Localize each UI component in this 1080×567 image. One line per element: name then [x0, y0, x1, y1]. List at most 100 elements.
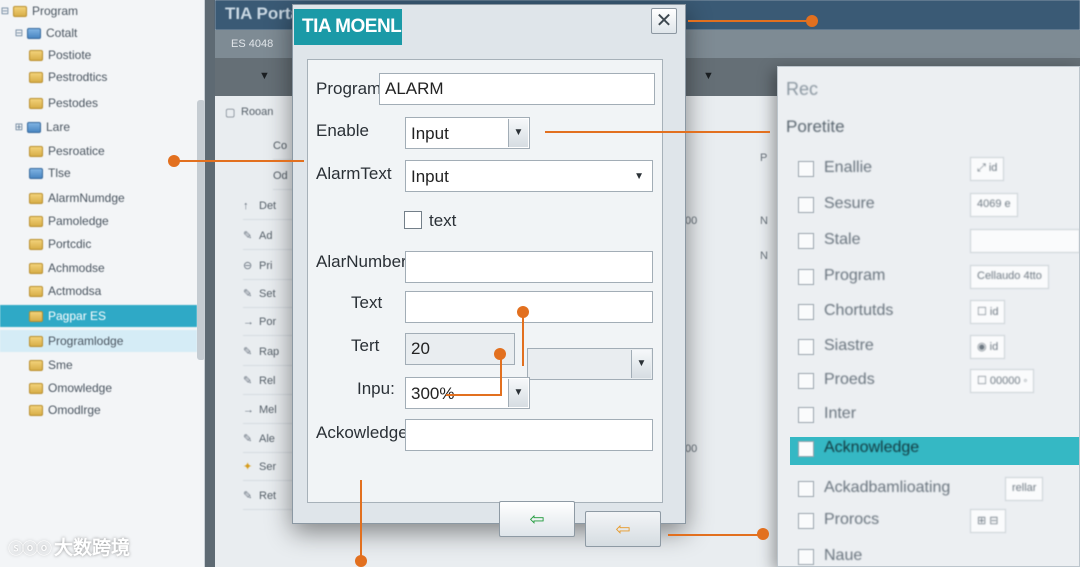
property-checkbox[interactable]: [798, 441, 814, 457]
property-checkbox[interactable]: [798, 233, 814, 249]
expand-icon[interactable]: ⊞: [14, 122, 24, 133]
alarmtext-select[interactable]: Input ▼: [405, 160, 653, 192]
row-icon: ✎: [243, 288, 253, 300]
tree-item-label: Omowledge: [48, 381, 113, 395]
property-row[interactable]: Inter: [790, 403, 1079, 431]
property-value[interactable]: rellar: [1005, 477, 1044, 501]
property-value[interactable]: 4069 e: [970, 193, 1018, 217]
row-icon: ⊖: [243, 260, 253, 272]
tree-item[interactable]: Postiote: [0, 44, 91, 66]
property-value[interactable]: ⊞ ⊟: [970, 509, 1006, 533]
tree-item[interactable]: AlarmNumdge: [0, 187, 125, 209]
property-checkbox[interactable]: [798, 197, 814, 213]
property-checkbox[interactable]: [798, 373, 814, 389]
inpu-select[interactable]: 300% ▼: [405, 377, 530, 409]
back-button[interactable]: ⇦: [499, 501, 575, 537]
dropdown-arrow-icon[interactable]: ▼: [259, 70, 270, 82]
property-row-selected[interactable]: Acknowledge: [790, 437, 1079, 465]
tree-item[interactable]: Pestodes: [0, 92, 98, 114]
properties-panel: Rec Poretite Enallie ⤢ id Sesure 4069 e St…: [777, 66, 1080, 567]
project-tree: ⊟ Program ⊟ Cotalt Postiote Pestrodtics …: [0, 0, 205, 567]
property-value[interactable]: ☐ 00000 ◦: [970, 369, 1035, 393]
property-value[interactable]: Cellaudo 4tto: [970, 265, 1049, 289]
tree-item[interactable]: Pesroatice: [0, 140, 105, 162]
property-checkbox[interactable]: [798, 269, 814, 285]
inpu-label: Inpu:: [357, 379, 395, 398]
property-row[interactable]: Naue: [790, 545, 1079, 566]
tree-item[interactable]: Programlodge: [0, 330, 197, 352]
tree-item-label: Pestrodtics: [48, 70, 108, 84]
tree-item[interactable]: Portcdic: [0, 233, 91, 255]
tree-item[interactable]: ⊟ Program: [0, 0, 78, 22]
property-checkbox[interactable]: [798, 407, 814, 423]
folder-icon: [29, 359, 43, 371]
tree-item-label: Lare: [46, 120, 71, 134]
alarnumber-input[interactable]: [405, 251, 653, 283]
tree-item[interactable]: Achmodse: [0, 257, 105, 279]
chevron-down-icon[interactable]: ▼: [508, 119, 528, 147]
ackowledge-input[interactable]: [405, 419, 653, 451]
tree-item[interactable]: Pestrodtics: [0, 66, 107, 88]
property-value[interactable]: ⤢ id: [970, 157, 1005, 181]
property-row[interactable]: Sesure 4069 e: [790, 193, 1079, 221]
text-checkbox[interactable]: [404, 211, 422, 229]
property-label: Ackadbamlioating: [824, 479, 951, 496]
chevron-down-icon[interactable]: ▼: [631, 350, 651, 378]
back-arrow-icon: ⇦: [529, 509, 545, 529]
tree-item[interactable]: ⊟ Cotalt: [0, 22, 78, 44]
tree-item[interactable]: Actmodsa: [0, 280, 101, 302]
property-row[interactable]: Stale: [790, 229, 1079, 257]
chevron-down-icon[interactable]: ▼: [634, 171, 644, 182]
property-checkbox[interactable]: [798, 161, 814, 177]
row-label: Ad: [259, 229, 273, 242]
next-button[interactable]: ⇦: [585, 511, 661, 547]
arrow-icon: ⇦: [615, 519, 631, 539]
row-icon: ✎: [243, 433, 253, 445]
property-checkbox[interactable]: [798, 549, 814, 565]
property-row[interactable]: Proeds ☐ 00000 ◦: [790, 369, 1079, 397]
property-row[interactable]: Prorocs ⊞ ⊟: [790, 509, 1079, 537]
tree-item[interactable]: Pamoledge: [0, 210, 109, 232]
property-label: Program: [824, 267, 886, 284]
property-row[interactable]: Ackadbamlioating rellar: [790, 477, 1079, 505]
property-value[interactable]: ☐ id: [970, 300, 1006, 324]
callout-line: [668, 534, 764, 536]
grid-value: 00: [685, 215, 698, 227]
row-icon: ✎: [243, 230, 253, 242]
chevron-down-icon[interactable]: ▼: [508, 379, 528, 407]
enable-select[interactable]: Input ▼: [405, 117, 530, 149]
property-value[interactable]: [970, 229, 1079, 253]
property-checkbox[interactable]: [798, 304, 814, 320]
tree-item-label: Program: [32, 4, 79, 18]
tree-item-selected[interactable]: Pagpar ES: [0, 305, 197, 327]
tree-item[interactable]: Omowledge: [0, 377, 112, 399]
property-row[interactable]: Chortutds ☐ id: [790, 300, 1079, 328]
expand-icon[interactable]: ⊟: [0, 6, 10, 17]
property-checkbox[interactable]: [798, 339, 814, 355]
grid-value: 00: [685, 443, 698, 455]
tert-select[interactable]: ▼: [527, 348, 653, 380]
callout-dot: [757, 528, 769, 540]
property-row[interactable]: Enallie ⤢ id: [790, 157, 1079, 185]
expand-icon[interactable]: ⊟: [14, 28, 24, 39]
tree-item[interactable]: Tlse: [0, 162, 71, 184]
dropdown-arrow-icon[interactable]: ▼: [703, 70, 714, 82]
property-row[interactable]: Program Cellaudo 4tto: [790, 265, 1079, 293]
close-button[interactable]: ✕: [651, 8, 677, 34]
row-label: Ale: [259, 432, 275, 445]
text-input[interactable]: [405, 291, 653, 323]
grid-header-icon: ▢: [225, 106, 236, 119]
property-value[interactable]: ◉ id: [970, 335, 1006, 359]
property-row[interactable]: Siastre ◉ id: [790, 335, 1079, 363]
property-checkbox[interactable]: [798, 481, 814, 497]
tree-item[interactable]: ⊞ Lare: [0, 116, 70, 138]
program-input[interactable]: [379, 73, 655, 105]
folder-icon: [13, 5, 27, 17]
tree-item[interactable]: Sme: [0, 354, 73, 376]
tree-scrollbar[interactable]: [197, 100, 204, 360]
folder-icon: [29, 335, 43, 347]
tree-item[interactable]: Omodlrge: [0, 399, 101, 421]
folder-icon: [29, 310, 43, 322]
folder-icon: [29, 238, 43, 250]
property-checkbox[interactable]: [798, 513, 814, 529]
